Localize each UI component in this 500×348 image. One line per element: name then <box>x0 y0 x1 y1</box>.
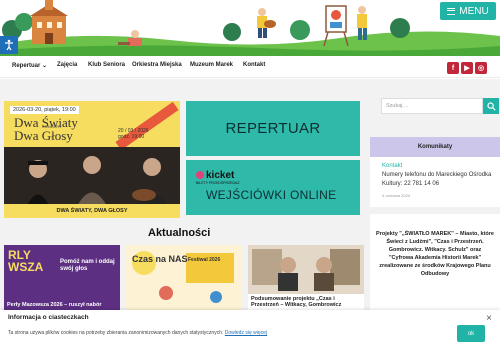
news-card[interactable]: Czas na NAS Festiwal 2026 <box>126 245 242 310</box>
news-image-overlay: Festiwal 2026 <box>188 257 221 263</box>
cookie-ok-button[interactable]: ok <box>457 325 485 342</box>
news-image-overlay: Pomóż nam i oddaj swój głos <box>60 259 115 272</box>
repertuar-label: REPERTUAR <box>225 120 321 137</box>
menu-button[interactable]: MENU <box>440 2 496 20</box>
chevron-down-icon: ⌄ <box>42 63 48 69</box>
wejsciowki-card[interactable]: kicket BILETY PRZEDSPRZEDAŻ WEJŚCIÓWKI O… <box>186 160 360 215</box>
nav-item-zajecia[interactable]: Zajęcia <box>57 62 77 68</box>
event-date-badge: 2026-03-20, piątek, 19:00 <box>10 106 79 114</box>
poster-date: 20 / 03 / 2026 godz. 19:00 <box>118 128 149 140</box>
nav-item-klub-seniora[interactable]: Klub Seniora <box>88 62 125 68</box>
news-image-text: Czas na NAS <box>132 254 188 264</box>
wejsciowki-label: WEJŚCIÓWKI ONLINE <box>206 188 337 202</box>
search-input[interactable]: Szukaj ... <box>381 98 483 114</box>
search-button[interactable] <box>483 98 499 114</box>
site-header: MENU <box>0 0 500 56</box>
komunikaty-heading: Komunikaty <box>370 137 500 157</box>
cookie-body: Ta strona używa plików cookies na potrze… <box>8 330 224 336</box>
news-title: Podsumowanie projektu „Czas i Przestrzeń… <box>248 294 364 310</box>
nav-item-repertuar[interactable]: Repertuar ⌄ <box>12 62 47 69</box>
youtube-icon[interactable]: ▶ <box>461 62 473 74</box>
event-photo <box>4 147 180 208</box>
instagram-icon[interactable]: ◎ <box>475 62 487 74</box>
komunikat-body: Numery telefonu do Mareckiego Ośrodka Ku… <box>382 172 492 187</box>
hamburger-icon <box>447 7 456 15</box>
event-caption: DWA ŚWIATY, DWA GŁOSY <box>4 204 180 218</box>
accessibility-button[interactable] <box>0 36 18 54</box>
nav-item-kontakt[interactable]: Kontakt <box>243 62 265 68</box>
projekty-widget: Projekty "„ŚWIATŁO MAREK" – Miasto, któr… <box>370 214 500 314</box>
news-title: Perły Mazowsza 2026 – ruszył nabór <box>7 302 102 308</box>
komunikaty-widget: Komunikaty Kontakt Numery telefonu do Ma… <box>370 137 500 207</box>
kicket-brand: kicket <box>206 170 235 181</box>
kicket-subtitle: BILETY PRZEDSPRZEDAŻ <box>196 181 240 185</box>
accessibility-icon <box>5 39 13 51</box>
news-card[interactable]: RLY WSZA Pomóż nam i oddaj swój głos Perł… <box>4 245 120 310</box>
repertuar-card[interactable]: REPERTUAR <box>186 101 360 156</box>
cookie-title: Informacja o ciasteczkach <box>8 314 89 321</box>
poster-title-line2: Dwa Głosy <box>14 128 73 143</box>
komunikat-title-link[interactable]: Kontakt <box>382 163 402 169</box>
nav-item-muzeum-marek[interactable]: Muzeum Marek <box>190 62 233 68</box>
news-card[interactable]: Podsumowanie projektu „Czas i Przestrzeń… <box>248 245 364 310</box>
poster-date-line2: godz. 19:00 <box>118 134 145 140</box>
cookie-more-link[interactable]: Dowiedz się więcej <box>225 330 267 336</box>
search-icon <box>486 101 496 111</box>
cookie-banner: Informacja o ciasteczkach × Ta strona uż… <box>0 310 500 348</box>
komunikat-date: 4 czerwca 2024 <box>382 193 411 198</box>
poster-ribbon <box>115 101 179 151</box>
kicket-logo-icon <box>196 171 204 179</box>
header-illustration <box>0 0 500 56</box>
featured-event[interactable]: 2026-03-20, piątek, 19:00 Dwa Światy KON… <box>4 101 180 218</box>
cookie-text: Ta strona używa plików cookies na potrze… <box>8 330 267 336</box>
main-nav: Repertuar ⌄ Zajęcia Klub Seniora Orkiest… <box>0 56 500 78</box>
menu-label: MENU <box>459 5 489 17</box>
projekty-text: Projekty "„ŚWIATŁO MAREK" – Miasto, któr… <box>376 231 494 277</box>
news-heading: Aktualności <box>148 227 211 239</box>
nav-item-orkiestra-miejska[interactable]: Orkiestra Miejska <box>132 62 182 68</box>
performers-image <box>4 147 180 208</box>
close-icon[interactable]: × <box>486 313 492 324</box>
news-image-text: RLY WSZA <box>8 248 44 274</box>
facebook-icon[interactable]: f <box>447 62 459 74</box>
